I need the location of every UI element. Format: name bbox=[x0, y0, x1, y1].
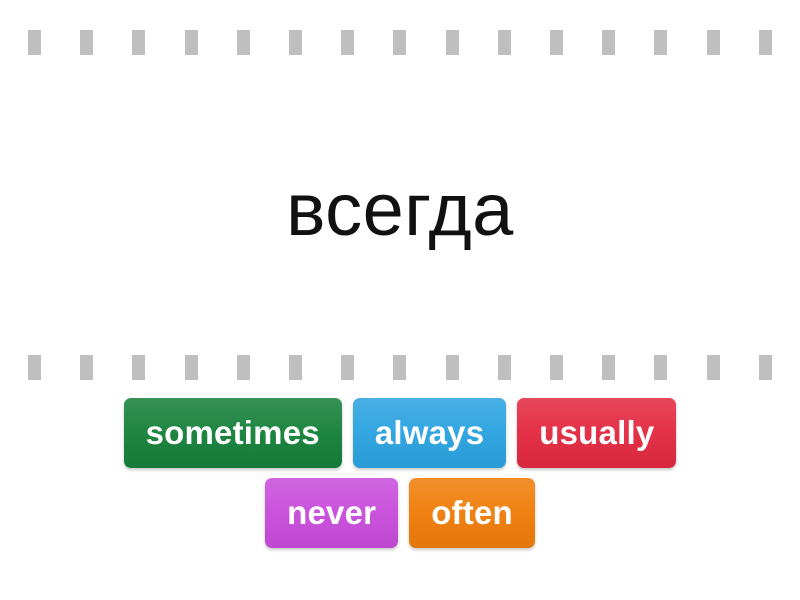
answer-tile-label: always bbox=[374, 414, 485, 451]
answer-tile-label: sometimes bbox=[145, 414, 320, 451]
answer-tile-label: usually bbox=[539, 414, 655, 451]
divider-dash bbox=[758, 30, 772, 55]
divider-dash bbox=[758, 355, 772, 380]
divider-dash bbox=[706, 355, 720, 380]
divider-dash bbox=[28, 30, 41, 55]
divider-dash bbox=[184, 30, 198, 55]
divider-dash bbox=[445, 30, 459, 55]
divider-dash bbox=[184, 355, 198, 380]
divider-dash bbox=[550, 30, 564, 55]
divider-dash bbox=[80, 355, 94, 380]
divider-dash bbox=[654, 30, 668, 55]
answer-tile-label: never bbox=[287, 494, 377, 531]
divider-dash bbox=[341, 30, 355, 55]
divider-dash bbox=[289, 355, 303, 380]
divider-dash bbox=[132, 355, 146, 380]
answer-tile-label: often bbox=[431, 494, 513, 531]
answer-tile-usually[interactable]: usually bbox=[517, 398, 677, 468]
answer-tiles: sometimes always usually never often bbox=[0, 398, 800, 548]
divider-dash bbox=[706, 30, 720, 55]
answer-tile-often[interactable]: often bbox=[409, 478, 535, 548]
divider-bottom bbox=[0, 355, 800, 381]
divider-dash bbox=[236, 355, 250, 380]
answer-row: never often bbox=[265, 478, 535, 548]
answer-tile-sometimes[interactable]: sometimes bbox=[123, 398, 343, 468]
divider-dash bbox=[497, 355, 511, 380]
divider-dash bbox=[28, 355, 41, 380]
answer-tile-always[interactable]: always bbox=[352, 398, 507, 468]
answer-row: sometimes always usually bbox=[123, 398, 677, 468]
activity-stage: всегда sometimes always usually never often bbox=[0, 0, 800, 600]
divider-dash bbox=[497, 30, 511, 55]
divider-dash bbox=[654, 355, 668, 380]
answer-tile-never[interactable]: never bbox=[265, 478, 399, 548]
divider-dash bbox=[445, 355, 459, 380]
prompt-word: всегда bbox=[286, 168, 514, 252]
divider-dash bbox=[341, 355, 355, 380]
divider-top bbox=[0, 30, 800, 56]
prompt-area: всегда bbox=[0, 70, 800, 350]
divider-dash bbox=[289, 30, 303, 55]
divider-dash bbox=[602, 30, 616, 55]
divider-dash bbox=[602, 355, 616, 380]
divider-dash bbox=[132, 30, 146, 55]
divider-dash bbox=[393, 30, 407, 55]
divider-dash bbox=[236, 30, 250, 55]
divider-dash bbox=[550, 355, 564, 380]
divider-dash bbox=[393, 355, 407, 380]
divider-dash bbox=[80, 30, 94, 55]
